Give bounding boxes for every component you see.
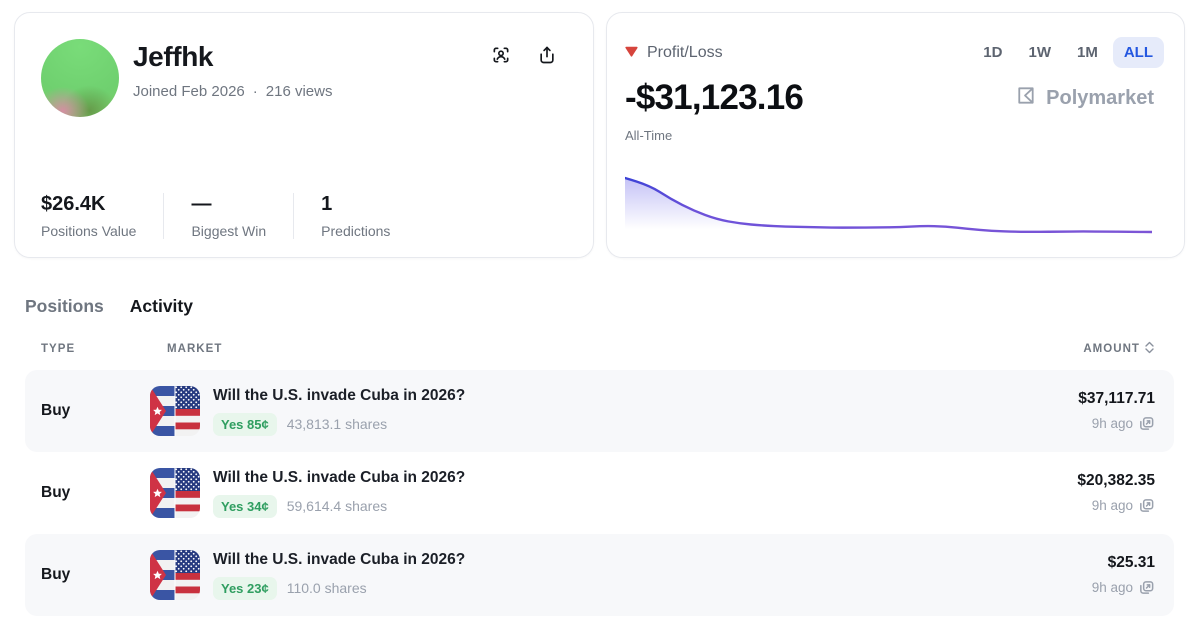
time-row: 9h ago (1092, 579, 1155, 596)
outcome-badge: Yes 23¢ (213, 577, 277, 600)
sort-icon (1144, 341, 1155, 357)
polymarket-wordmark: Polymarket (1046, 87, 1154, 110)
external-link-icon (1138, 420, 1155, 435)
external-link-button[interactable] (1138, 415, 1155, 432)
activity-row[interactable]: Buy Will the U.S. invade Cuba in 2026? Y… (25, 534, 1174, 616)
top-cards: Jeffhk Joined Feb 2026 · 216 views (0, 0, 1199, 258)
loss-triangle-icon (625, 44, 638, 62)
range-1d-button[interactable]: 1D (972, 37, 1013, 68)
cuba-us-flags-image (150, 468, 200, 518)
column-header-market: MARKET (150, 343, 1083, 355)
shares-count: 110.0 shares (287, 580, 367, 596)
polymarket-watermark: Polymarket (1014, 84, 1154, 113)
pnl-chart[interactable] (625, 175, 1152, 235)
amount-cell: $20,382.35 9h ago (1077, 472, 1155, 514)
tab-activity[interactable]: Activity (130, 296, 193, 317)
joined-date: Joined Feb 2026 (133, 83, 245, 100)
cuba-us-flags-image (150, 386, 200, 436)
profile-identity: Jeffhk Joined Feb 2026 · 216 views (133, 39, 332, 100)
positions-value: $26.4K (41, 193, 136, 216)
biggest-win-value: — (191, 193, 266, 216)
profile-tabs: Positions Activity (25, 296, 1199, 317)
external-link-button[interactable] (1138, 579, 1155, 596)
profile-actions (491, 45, 557, 65)
market-info: Will the U.S. invade Cuba in 2026? Yes 8… (213, 387, 465, 436)
range-1w-button[interactable]: 1W (1017, 37, 1062, 68)
column-header-type: TYPE (41, 343, 150, 355)
pnl-label: Profit/Loss (647, 44, 723, 62)
pnl-header: Profit/Loss 1D 1W 1M ALL (625, 37, 1164, 68)
pnl-value: -$31,123.16 (625, 78, 803, 118)
trade-amount: $20,382.35 (1077, 472, 1155, 490)
stat-biggest-win: — Biggest Win (163, 193, 293, 239)
external-link-icon (1138, 502, 1155, 517)
market-subline: Yes 85¢ 43,813.1 shares (213, 413, 465, 436)
shares-count: 59,614.4 shares (287, 498, 387, 514)
avatar (41, 39, 119, 117)
cuba-us-flags-image (150, 550, 200, 600)
market-info: Will the U.S. invade Cuba in 2026? Yes 3… (213, 469, 465, 518)
pnl-label-row: Profit/Loss (625, 44, 723, 62)
amount-cell: $37,117.71 9h ago (1078, 390, 1155, 432)
share-profile-button[interactable] (537, 45, 557, 65)
market-subline: Yes 34¢ 59,614.4 shares (213, 495, 465, 518)
scan-face-icon (491, 53, 511, 68)
meta-separator: · (253, 83, 258, 100)
external-link-icon (1138, 584, 1155, 599)
pnl-chart-container (625, 175, 1152, 235)
market-title: Will the U.S. invade Cuba in 2026? (213, 387, 465, 405)
trade-type: Buy (41, 484, 150, 502)
market-info: Will the U.S. invade Cuba in 2026? Yes 2… (213, 551, 465, 600)
profile-name: Jeffhk (133, 41, 332, 73)
outcome-badge: Yes 34¢ (213, 495, 277, 518)
stat-predictions: 1 Predictions (293, 193, 417, 239)
time-row: 9h ago (1077, 497, 1155, 514)
predictions-label: Predictions (321, 223, 390, 239)
activity-row[interactable]: Buy Will the U.S. invade Cuba in 2026? Y… (25, 452, 1174, 534)
tab-positions[interactable]: Positions (25, 296, 104, 317)
trade-time: 9h ago (1092, 580, 1133, 595)
pnl-value-row: -$31,123.16 Polymarket (625, 78, 1164, 118)
biggest-win-label: Biggest Win (191, 223, 266, 239)
shares-count: 43,813.1 shares (287, 416, 387, 432)
time-range-selector: 1D 1W 1M ALL (972, 37, 1164, 68)
market-title: Will the U.S. invade Cuba in 2026? (213, 551, 465, 569)
trade-amount: $37,117.71 (1078, 390, 1155, 408)
trade-type: Buy (41, 566, 150, 584)
market-subline: Yes 23¢ 110.0 shares (213, 577, 465, 600)
outcome-badge: Yes 85¢ (213, 413, 277, 436)
market-cell: Will the U.S. invade Cuba in 2026? Yes 3… (150, 468, 1077, 518)
views-count: 216 views (266, 83, 333, 100)
market-cell: Will the U.S. invade Cuba in 2026? Yes 8… (150, 386, 1078, 436)
range-all-button[interactable]: ALL (1113, 37, 1164, 68)
column-header-amount[interactable]: AMOUNT (1083, 341, 1155, 357)
time-row: 9h ago (1078, 415, 1155, 432)
share-icon (537, 53, 557, 68)
profile-header: Jeffhk Joined Feb 2026 · 216 views (41, 39, 567, 117)
profile-stats: $26.4K Positions Value — Biggest Win 1 P… (41, 193, 417, 239)
stat-positions-value: $26.4K Positions Value (41, 193, 163, 239)
amount-cell: $25.31 9h ago (1092, 554, 1155, 596)
pnl-period-label: All-Time (625, 128, 1164, 143)
market-cell: Will the U.S. invade Cuba in 2026? Yes 2… (150, 550, 1092, 600)
scan-qr-button[interactable] (491, 45, 511, 65)
activity-table: TYPE MARKET AMOUNT Buy (25, 341, 1174, 616)
pnl-card: Profit/Loss 1D 1W 1M ALL -$31,123.16 Pol… (606, 12, 1185, 258)
amount-header-label: AMOUNT (1083, 343, 1140, 355)
positions-value-label: Positions Value (41, 223, 136, 239)
profile-meta: Joined Feb 2026 · 216 views (133, 83, 332, 100)
external-link-button[interactable] (1138, 497, 1155, 514)
market-title: Will the U.S. invade Cuba in 2026? (213, 469, 465, 487)
table-header-row: TYPE MARKET AMOUNT (25, 341, 1174, 370)
polymarket-logo-icon (1014, 84, 1037, 113)
trade-amount: $25.31 (1092, 554, 1155, 572)
activity-row[interactable]: Buy Will the U.S. invade Cuba in 2026? Y… (25, 370, 1174, 452)
trade-time: 9h ago (1092, 416, 1133, 431)
trade-type: Buy (41, 402, 150, 420)
predictions-value: 1 (321, 193, 390, 216)
profile-card: Jeffhk Joined Feb 2026 · 216 views (14, 12, 594, 258)
trade-time: 9h ago (1092, 498, 1133, 513)
range-1m-button[interactable]: 1M (1066, 37, 1109, 68)
